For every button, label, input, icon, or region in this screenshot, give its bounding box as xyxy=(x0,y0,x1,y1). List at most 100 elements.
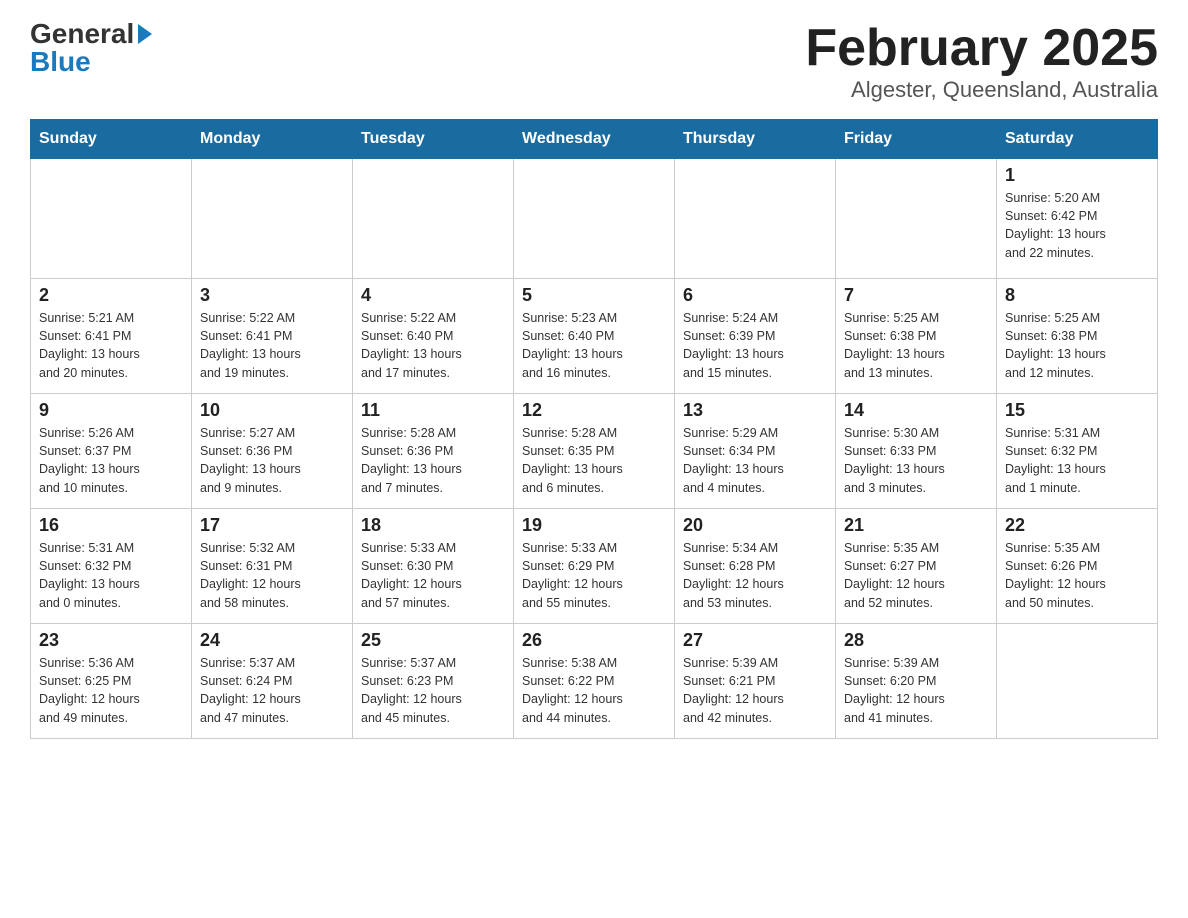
day-number: 3 xyxy=(200,285,344,306)
table-row: 14Sunrise: 5:30 AMSunset: 6:33 PMDayligh… xyxy=(836,394,997,509)
table-row: 13 Sunrise: 5:29 AMSunset: 6:34 PMDayligh… xyxy=(675,394,836,509)
table-row: 4Sunrise: 5:22 AMSunset: 6:40 PMDaylight… xyxy=(353,279,514,394)
day-info: Sunrise: 5:33 AMSunset: 6:29 PMDaylight:… xyxy=(522,539,666,612)
day-number: 16 xyxy=(39,515,183,536)
day-info: Sunrise: 5:24 AMSunset: 6:39 PMDaylight:… xyxy=(683,309,827,382)
day-info: Sunrise: 5:36 AMSunset: 6:25 PMDaylight:… xyxy=(39,654,183,727)
day-number: 27 xyxy=(683,630,827,651)
day-number: 4 xyxy=(361,285,505,306)
table-row: 22Sunrise: 5:35 AMSunset: 6:26 PMDayligh… xyxy=(997,509,1158,624)
title-block: February 2025 Algester, Queensland, Aust… xyxy=(805,20,1158,103)
table-row: 17 Sunrise: 5:32 AMSunset: 6:31 PMDayligh… xyxy=(192,509,353,624)
table-row: 9Sunrise: 5:26 AMSunset: 6:37 PMDaylight… xyxy=(31,394,192,509)
table-row: 25 Sunrise: 5:37 AMSunset: 6:23 PMDayligh… xyxy=(353,624,514,739)
day-number: 19 xyxy=(522,515,666,536)
day-info: Sunrise: 5:35 AMSunset: 6:27 PMDaylight:… xyxy=(844,539,988,612)
day-number: 10 xyxy=(200,400,344,421)
page-subtitle: Algester, Queensland, Australia xyxy=(805,77,1158,103)
table-row: 27 Sunrise: 5:39 AMSunset: 6:21 PMDayligh… xyxy=(675,624,836,739)
table-row xyxy=(192,159,353,279)
table-row xyxy=(997,624,1158,739)
table-row: 19 Sunrise: 5:33 AMSunset: 6:29 PMDayligh… xyxy=(514,509,675,624)
day-number: 20 xyxy=(683,515,827,536)
table-row: 6 Sunrise: 5:24 AMSunset: 6:39 PMDaylight… xyxy=(675,279,836,394)
day-number: 26 xyxy=(522,630,666,651)
col-wednesday: Wednesday xyxy=(514,120,675,159)
day-info: Sunrise: 5:39 AMSunset: 6:20 PMDaylight:… xyxy=(844,654,988,727)
day-info: Sunrise: 5:27 AMSunset: 6:36 PMDaylight:… xyxy=(200,424,344,497)
table-row: 20Sunrise: 5:34 AMSunset: 6:28 PMDayligh… xyxy=(675,509,836,624)
page-header: General Blue February 2025 Algester, Que… xyxy=(30,20,1158,103)
table-row: 15 Sunrise: 5:31 AMSunset: 6:32 PMDayligh… xyxy=(997,394,1158,509)
col-monday: Monday xyxy=(192,120,353,159)
table-row: 10 Sunrise: 5:27 AMSunset: 6:36 PMDayligh… xyxy=(192,394,353,509)
table-row: 5 Sunrise: 5:23 AMSunset: 6:40 PMDaylight… xyxy=(514,279,675,394)
day-number: 8 xyxy=(1005,285,1149,306)
table-row: 7 Sunrise: 5:25 AMSunset: 6:38 PMDaylight… xyxy=(836,279,997,394)
calendar-header-row: Sunday Monday Tuesday Wednesday Thursday… xyxy=(31,120,1158,159)
day-number: 2 xyxy=(39,285,183,306)
day-info: Sunrise: 5:32 AMSunset: 6:31 PMDaylight:… xyxy=(200,539,344,612)
logo-general-text: General xyxy=(30,20,134,48)
day-number: 23 xyxy=(39,630,183,651)
table-row: 18 Sunrise: 5:33 AMSunset: 6:30 PMDayligh… xyxy=(353,509,514,624)
table-row: 21 Sunrise: 5:35 AMSunset: 6:27 PMDayligh… xyxy=(836,509,997,624)
day-info: Sunrise: 5:29 AMSunset: 6:34 PMDaylight:… xyxy=(683,424,827,497)
table-row: 16 Sunrise: 5:31 AMSunset: 6:32 PMDayligh… xyxy=(31,509,192,624)
day-info: Sunrise: 5:21 AMSunset: 6:41 PMDaylight:… xyxy=(39,309,183,382)
day-info: Sunrise: 5:37 AMSunset: 6:23 PMDaylight:… xyxy=(361,654,505,727)
calendar-week-row: 9Sunrise: 5:26 AMSunset: 6:37 PMDaylight… xyxy=(31,394,1158,509)
day-number: 15 xyxy=(1005,400,1149,421)
logo: General Blue xyxy=(30,20,152,76)
day-info: Sunrise: 5:28 AMSunset: 6:35 PMDaylight:… xyxy=(522,424,666,497)
day-number: 28 xyxy=(844,630,988,651)
day-info: Sunrise: 5:25 AMSunset: 6:38 PMDaylight:… xyxy=(1005,309,1149,382)
day-info: Sunrise: 5:23 AMSunset: 6:40 PMDaylight:… xyxy=(522,309,666,382)
col-saturday: Saturday xyxy=(997,120,1158,159)
calendar-week-row: 1 Sunrise: 5:20 AMSunset: 6:42 PMDaylight… xyxy=(31,159,1158,279)
day-number: 21 xyxy=(844,515,988,536)
day-number: 25 xyxy=(361,630,505,651)
table-row xyxy=(31,159,192,279)
col-sunday: Sunday xyxy=(31,120,192,159)
day-info: Sunrise: 5:39 AMSunset: 6:21 PMDaylight:… xyxy=(683,654,827,727)
table-row: 1 Sunrise: 5:20 AMSunset: 6:42 PMDaylight… xyxy=(997,159,1158,279)
day-number: 1 xyxy=(1005,165,1149,186)
calendar-week-row: 23 Sunrise: 5:36 AMSunset: 6:25 PMDayligh… xyxy=(31,624,1158,739)
calendar-week-row: 2 Sunrise: 5:21 AMSunset: 6:41 PMDaylight… xyxy=(31,279,1158,394)
day-number: 18 xyxy=(361,515,505,536)
day-info: Sunrise: 5:25 AMSunset: 6:38 PMDaylight:… xyxy=(844,309,988,382)
table-row: 28 Sunrise: 5:39 AMSunset: 6:20 PMDayligh… xyxy=(836,624,997,739)
table-row: 24Sunrise: 5:37 AMSunset: 6:24 PMDayligh… xyxy=(192,624,353,739)
day-number: 22 xyxy=(1005,515,1149,536)
day-number: 11 xyxy=(361,400,505,421)
day-info: Sunrise: 5:20 AMSunset: 6:42 PMDaylight:… xyxy=(1005,189,1149,262)
page-title: February 2025 xyxy=(805,20,1158,77)
day-info: Sunrise: 5:26 AMSunset: 6:37 PMDaylight:… xyxy=(39,424,183,497)
day-info: Sunrise: 5:30 AMSunset: 6:33 PMDaylight:… xyxy=(844,424,988,497)
day-number: 17 xyxy=(200,515,344,536)
calendar-week-row: 16 Sunrise: 5:31 AMSunset: 6:32 PMDayligh… xyxy=(31,509,1158,624)
col-thursday: Thursday xyxy=(675,120,836,159)
logo-arrow-icon xyxy=(138,24,152,44)
day-number: 24 xyxy=(200,630,344,651)
calendar-table: Sunday Monday Tuesday Wednesday Thursday… xyxy=(30,119,1158,739)
table-row xyxy=(514,159,675,279)
day-info: Sunrise: 5:31 AMSunset: 6:32 PMDaylight:… xyxy=(39,539,183,612)
table-row xyxy=(353,159,514,279)
day-number: 6 xyxy=(683,285,827,306)
table-row xyxy=(675,159,836,279)
day-number: 5 xyxy=(522,285,666,306)
day-number: 7 xyxy=(844,285,988,306)
day-info: Sunrise: 5:33 AMSunset: 6:30 PMDaylight:… xyxy=(361,539,505,612)
logo-blue-text: Blue xyxy=(30,48,91,76)
day-info: Sunrise: 5:22 AMSunset: 6:41 PMDaylight:… xyxy=(200,309,344,382)
day-info: Sunrise: 5:28 AMSunset: 6:36 PMDaylight:… xyxy=(361,424,505,497)
day-info: Sunrise: 5:38 AMSunset: 6:22 PMDaylight:… xyxy=(522,654,666,727)
day-info: Sunrise: 5:31 AMSunset: 6:32 PMDaylight:… xyxy=(1005,424,1149,497)
col-friday: Friday xyxy=(836,120,997,159)
table-row: 3 Sunrise: 5:22 AMSunset: 6:41 PMDaylight… xyxy=(192,279,353,394)
table-row: 2 Sunrise: 5:21 AMSunset: 6:41 PMDaylight… xyxy=(31,279,192,394)
day-number: 13 xyxy=(683,400,827,421)
col-tuesday: Tuesday xyxy=(353,120,514,159)
